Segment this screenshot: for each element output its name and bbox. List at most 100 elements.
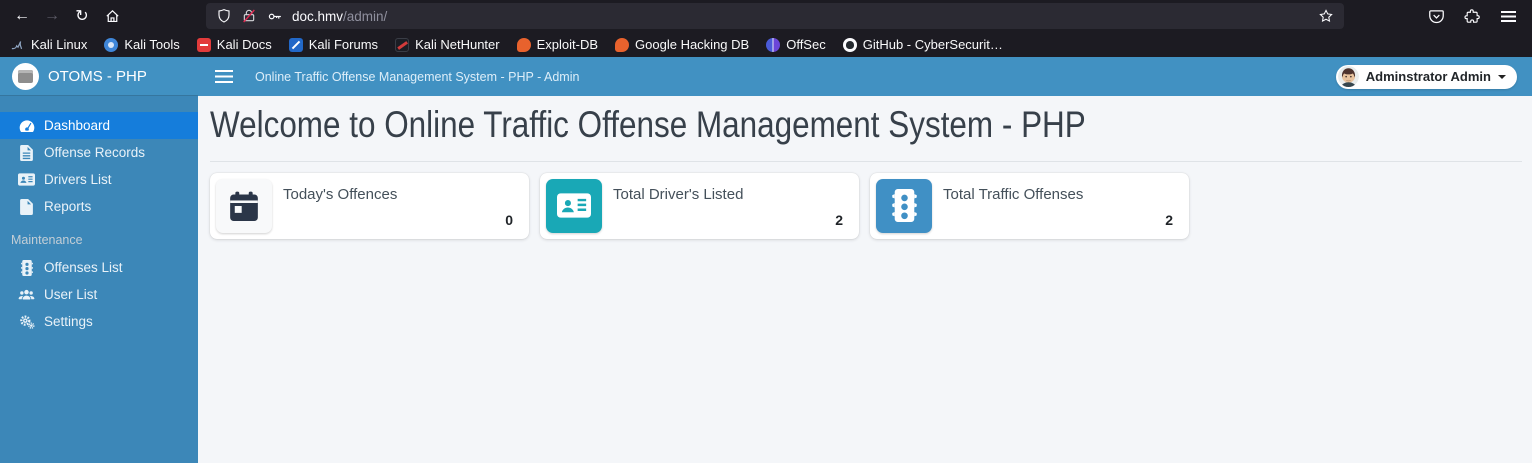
content-area: Welcome to Online Traffic Offense Manage… <box>198 96 1532 463</box>
users-icon <box>18 289 35 301</box>
bookmark-kali-linux[interactable]: Kali Linux <box>11 37 87 52</box>
calendar-icon <box>216 178 272 233</box>
browser-toolbar: ← → ↻ doc.hmv/admin/ <box>0 0 1532 32</box>
sidebar-item-label: Reports <box>44 199 92 214</box>
traffic-light-icon <box>876 178 932 233</box>
reload-button[interactable]: ↻ <box>68 3 96 29</box>
card-label: Total Driver's Listed <box>613 185 744 203</box>
back-button[interactable]: ← <box>8 3 36 29</box>
star-icon <box>1319 9 1333 23</box>
pocket-button[interactable] <box>1422 3 1450 29</box>
bookmark-kali-tools[interactable]: Kali Tools <box>104 37 180 52</box>
puzzle-icon <box>1463 8 1480 23</box>
sidebar-item-offenses-list[interactable]: Offenses List <box>0 254 198 281</box>
forward-icon: → <box>44 7 60 24</box>
sidebar-item-drivers-list[interactable]: Drivers List <box>0 166 198 193</box>
app-menu-button[interactable] <box>1494 3 1522 29</box>
brand-link[interactable]: OTOMS - PHP <box>0 57 198 96</box>
google-hacking-db-favicon <box>615 37 630 52</box>
insecure-lock-icon[interactable] <box>241 8 257 24</box>
sidebar: OTOMS - PHP Dashboard Offense Records Dr… <box>0 57 198 463</box>
kali-docs-favicon <box>196 37 211 52</box>
sidebar-item-offense-records[interactable]: Offense Records <box>0 139 198 166</box>
toolbar-right-group <box>1422 3 1524 29</box>
bookmark-offsec[interactable]: OffSec <box>766 37 826 52</box>
card-body: Total Traffic Offenses 2 <box>932 179 1183 233</box>
bookmark-label: GitHub - CyberSecurit… <box>862 37 1003 52</box>
address-text[interactable]: doc.hmv/admin/ <box>292 9 387 24</box>
bookmark-exploit-db[interactable]: Exploit-DB <box>516 37 598 52</box>
bookmarks-bar: Kali Linux Kali Tools Kali Docs Kali For… <box>0 32 1532 57</box>
pocket-icon <box>1428 9 1444 23</box>
hamburger-icon <box>1500 10 1516 22</box>
brand-text: OTOMS - PHP <box>48 67 147 85</box>
app-navbar: Online Traffic Offense Management System… <box>198 57 1532 96</box>
bookmark-kali-forums[interactable]: Kali Forums <box>288 37 379 52</box>
sidebar-item-label: Offense Records <box>44 145 146 160</box>
caret-down-icon <box>1498 74 1506 79</box>
bookmark-label: Kali Linux <box>31 37 88 52</box>
bookmark-star-button[interactable] <box>1318 8 1334 24</box>
bookmark-label: Kali Forums <box>308 37 379 52</box>
sidebar-item-label: Offenses List <box>44 260 123 275</box>
back-icon: ← <box>14 7 30 24</box>
kali-tools-favicon <box>104 37 119 52</box>
exploit-db-favicon <box>516 37 531 52</box>
bookmark-label: Kali NetHunter <box>415 37 500 52</box>
card-body: Today's Offences 0 <box>272 179 523 233</box>
home-icon <box>105 9 119 22</box>
kali-forums-favicon <box>288 37 303 52</box>
card-value: 2 <box>835 211 843 228</box>
sidebar-item-dashboard[interactable]: Dashboard <box>0 112 198 139</box>
bookmark-github[interactable]: GitHub - CyberSecurit… <box>842 37 1003 52</box>
card-total-drivers: Total Driver's Listed 2 <box>540 172 859 239</box>
card-todays-offences: Today's Offences 0 <box>210 172 529 239</box>
stat-cards-row: Today's Offences 0 Total Driver's Listed… <box>210 172 1522 239</box>
sidebar-item-settings[interactable]: Settings <box>0 308 198 335</box>
url-bar[interactable]: doc.hmv/admin/ <box>206 3 1344 29</box>
card-total-offenses: Total Traffic Offenses 2 <box>870 172 1189 239</box>
github-favicon <box>842 37 857 52</box>
bookmark-label: OffSec <box>786 37 826 52</box>
kali-nethunter-favicon <box>395 37 410 52</box>
main-area: Online Traffic Offense Management System… <box>198 57 1532 463</box>
file-alt-icon <box>18 144 35 161</box>
sidebar-item-label: Settings <box>44 314 93 329</box>
home-button[interactable] <box>98 3 126 29</box>
reload-icon: ↻ <box>75 8 89 25</box>
card-label: Total Traffic Offenses <box>943 185 1084 203</box>
forward-button[interactable]: → <box>38 3 66 29</box>
page-title: Welcome to Online Traffic Offense Manage… <box>210 104 1086 145</box>
sidebar-menu: Dashboard Offense Records Drivers List R… <box>0 96 198 335</box>
tracking-shield-icon[interactable] <box>216 8 232 24</box>
bookmark-label: Kali Tools <box>124 37 180 52</box>
card-body: Total Driver's Listed 2 <box>602 179 853 233</box>
bookmark-label: Google Hacking DB <box>635 37 750 52</box>
browser-chrome: ← → ↻ doc.hmv/admin/ Kali Linux Kali Too… <box>0 0 1532 57</box>
cogs-icon <box>18 314 35 330</box>
card-value: 0 <box>505 211 513 228</box>
bookmark-kali-nethunter[interactable]: Kali NetHunter <box>395 37 500 52</box>
key-permission-icon[interactable] <box>266 8 283 25</box>
app-window: OTOMS - PHP Dashboard Offense Records Dr… <box>0 57 1532 463</box>
brand-logo-icon <box>12 62 39 90</box>
sidebar-item-label: User List <box>44 287 98 302</box>
sidebar-section-maintenance: Maintenance <box>11 233 83 247</box>
tachometer-icon <box>18 119 35 133</box>
extensions-button[interactable] <box>1458 3 1486 29</box>
sidebar-item-user-list[interactable]: User List <box>0 281 198 308</box>
navbar-title: Online Traffic Offense Management System… <box>255 69 580 84</box>
url-path: /admin/ <box>343 8 388 24</box>
bookmark-google-hacking-db[interactable]: Google Hacking DB <box>615 37 749 52</box>
heading-divider <box>210 160 1522 162</box>
user-avatar <box>1337 66 1359 87</box>
user-menu-label: Adminstrator Admin <box>1365 69 1491 84</box>
bookmark-kali-docs[interactable]: Kali Docs <box>196 37 272 52</box>
user-menu-button[interactable]: Adminstrator Admin <box>1335 64 1517 89</box>
sidebar-toggle-icon[interactable] <box>215 70 233 83</box>
traffic-light-icon <box>18 259 35 276</box>
kali-linux-favicon <box>11 40 23 49</box>
id-card-icon <box>18 173 35 186</box>
sidebar-item-reports[interactable]: Reports <box>0 193 198 220</box>
sidebar-item-label: Drivers List <box>44 172 112 187</box>
